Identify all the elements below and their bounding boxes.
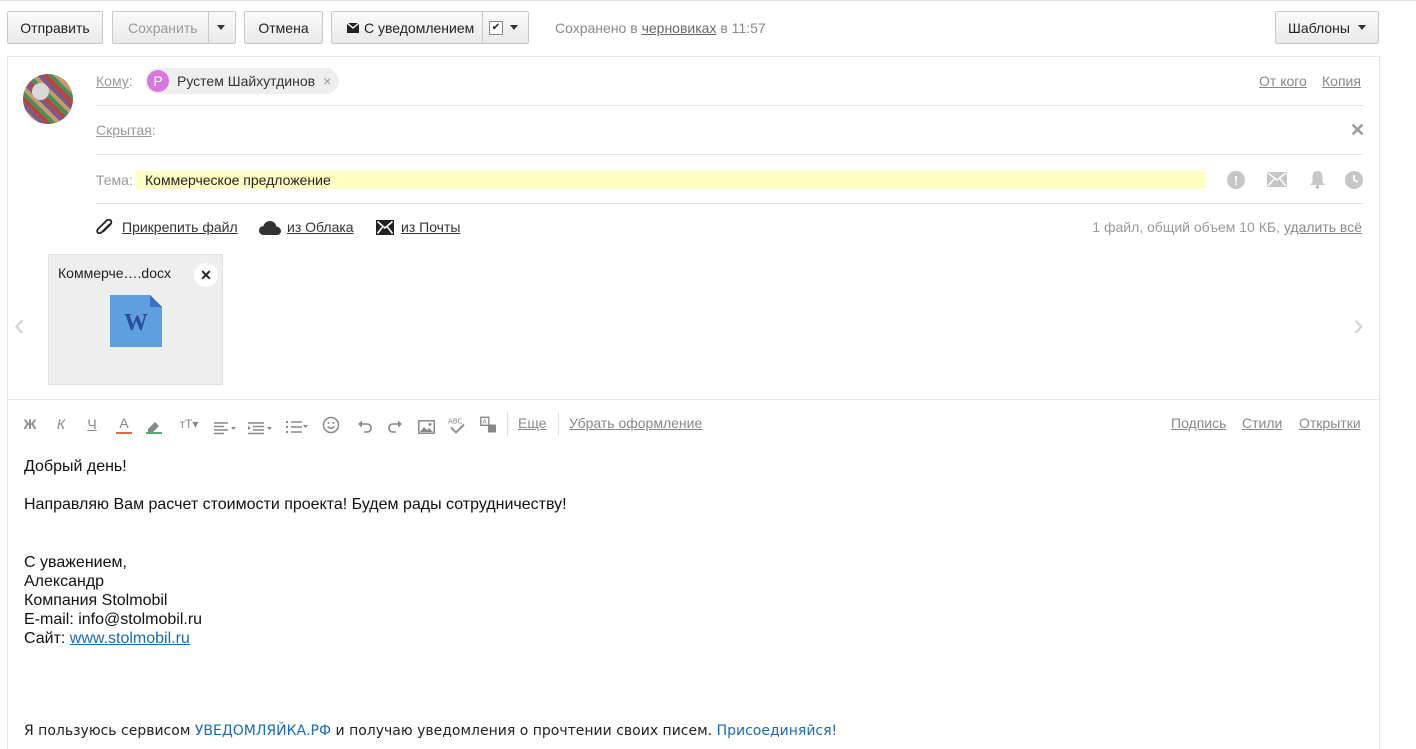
site-label: Сайт: [24,630,66,647]
importance-icon[interactable]: ! [1227,171,1245,189]
copy-link[interactable]: Копия [1322,73,1361,89]
subject-label: Тема: [96,172,133,188]
emoji-icon[interactable] [322,415,340,435]
toolbar-divider [558,412,559,436]
underline-icon[interactable]: Ч [85,414,99,434]
paperclip-icon [96,219,113,235]
message-greeting[interactable]: Добрый день! [24,458,127,476]
bcc-label[interactable]: Скрытая: [96,122,156,138]
attach-file-link[interactable]: Прикрепить файл [122,219,238,235]
cancel-button[interactable]: Отмена [244,11,323,44]
footer-promo: Я пользуюсь сервисом УВЕДОМЛЯЙКА.РФ и по… [24,723,837,739]
site-link[interactable]: www.stolmobil.ru [70,630,190,647]
cards-link[interactable]: Открытки [1299,415,1361,431]
recipient-avatar: Р [147,70,169,92]
templates-caret-icon [1357,25,1366,30]
recipient-name: Рустем Шайхутдинов [177,73,316,89]
footer-join-link[interactable]: Присоединяйся! [717,723,838,739]
from-cloud-link[interactable]: из Облака [287,219,354,235]
svg-text:W: W [124,310,148,336]
clear-format-link[interactable]: Убрать оформление [569,415,702,431]
templates-button[interactable]: Шаблоны [1275,11,1379,44]
font-size-icon[interactable]: тТ▾ [178,414,200,434]
svg-text:ABC: ABC [448,418,462,426]
to-label[interactable]: Кому: [96,73,133,89]
signature-block[interactable]: С уважением, Александр Компания Stolmobi… [24,553,202,648]
notify-checkbox[interactable]: ✔ [489,21,503,35]
divider [96,105,1363,106]
reminder-bell-icon[interactable] [1309,170,1326,189]
highlight-color-icon[interactable] [146,417,162,437]
signature-email: E-mail: info@stolmobil.ru [24,611,203,628]
styles-link[interactable]: Стили [1242,415,1282,431]
from-mail-link[interactable]: из Почты [401,219,460,235]
align-icon[interactable] [214,418,236,438]
attachments-summary-text: 1 файл, общий объем 10 КБ, [1092,219,1280,235]
cloud-icon [259,221,281,235]
editor-separator [7,399,1380,400]
templates-label: Шаблоны [1288,19,1350,36]
attachment-card[interactable]: Коммерче….docx ✕ W [48,254,223,385]
saved-status: Сохранено в черновиках в 11:57 [555,20,766,36]
save-button[interactable]: Сохранить [112,11,236,44]
list-icon[interactable] [286,417,308,437]
footer-service-link[interactable]: УВЕДОМЛЯЙКА.РФ [195,723,331,739]
undo-icon[interactable] [357,416,373,436]
top-border [0,0,1416,1]
recipient-chip[interactable]: Р Рустем Шайхутдинов × [145,68,340,94]
to-label-text: Кому [96,73,129,89]
notify-envelope-icon[interactable] [1267,172,1287,187]
save-label: Сохранить [128,19,198,36]
signature-line: С уважением, [24,554,127,571]
sender-avatar[interactable] [23,74,73,124]
redo-icon[interactable] [387,416,403,436]
word-document-icon: W [110,295,162,347]
saved-time: в 11:57 [720,20,766,36]
delayed-send-clock-icon[interactable] [1345,171,1363,189]
divider [96,203,1363,204]
from-link[interactable]: От кого [1259,73,1307,89]
delete-all-link[interactable]: удалить всё [1284,219,1362,235]
signature-line: Компания Stolmobil [24,592,168,609]
footer-text: и получаю уведомления о прочтении своих … [335,723,713,739]
divider [96,154,1363,155]
signature-link[interactable]: Подпись [1171,415,1226,431]
spellcheck-icon[interactable]: ABC [448,415,466,435]
toolbar-divider [507,412,508,436]
svg-text:A: A [483,419,488,426]
compose-panel [7,56,1380,749]
attachment-file-name: Коммерче….docx [58,265,171,281]
more-link[interactable]: Еще [518,415,547,431]
notify-label: С уведомлением [364,19,475,36]
insert-image-icon[interactable] [418,417,435,437]
next-arrow-icon[interactable]: › [1353,306,1364,343]
mail-envelope-icon [376,220,394,235]
footer-text: Я пользуюсь сервисом [24,723,191,739]
bold-icon[interactable]: Ж [22,414,38,434]
bcc-label-text: Скрытая [96,122,152,138]
signature-line: Александр [24,573,105,590]
send-button[interactable]: Отправить [7,11,103,44]
attachments-summary: 1 файл, общий объем 10 КБ, удалить всё [1092,219,1362,235]
signature-site: Сайт: www.stolmobil.ru [24,629,202,648]
notify-button[interactable]: С уведомлением ✔ [331,11,529,44]
remove-attachment-icon[interactable]: ✕ [194,263,218,287]
prev-arrow-icon[interactable]: ‹ [14,306,25,343]
text-color-icon[interactable]: A [116,414,132,434]
close-bcc-icon[interactable]: ✕ [1350,120,1365,141]
indent-icon[interactable] [248,418,272,438]
translate-icon[interactable]: A [480,415,497,435]
message-line[interactable]: Направляю Вам расчет стоимости проекта! … [24,496,567,514]
notify-dropdown-caret-icon[interactable] [510,25,518,30]
remove-recipient-icon[interactable]: × [323,73,331,89]
italic-icon[interactable]: К [54,414,68,434]
saved-prefix: Сохранено в [555,20,638,36]
drafts-link[interactable]: черновиках [642,20,717,36]
subject-input[interactable]: Коммерческое предложение [136,171,1205,189]
envelope-icon [347,22,359,33]
save-dropdown-caret-icon[interactable] [217,25,225,30]
